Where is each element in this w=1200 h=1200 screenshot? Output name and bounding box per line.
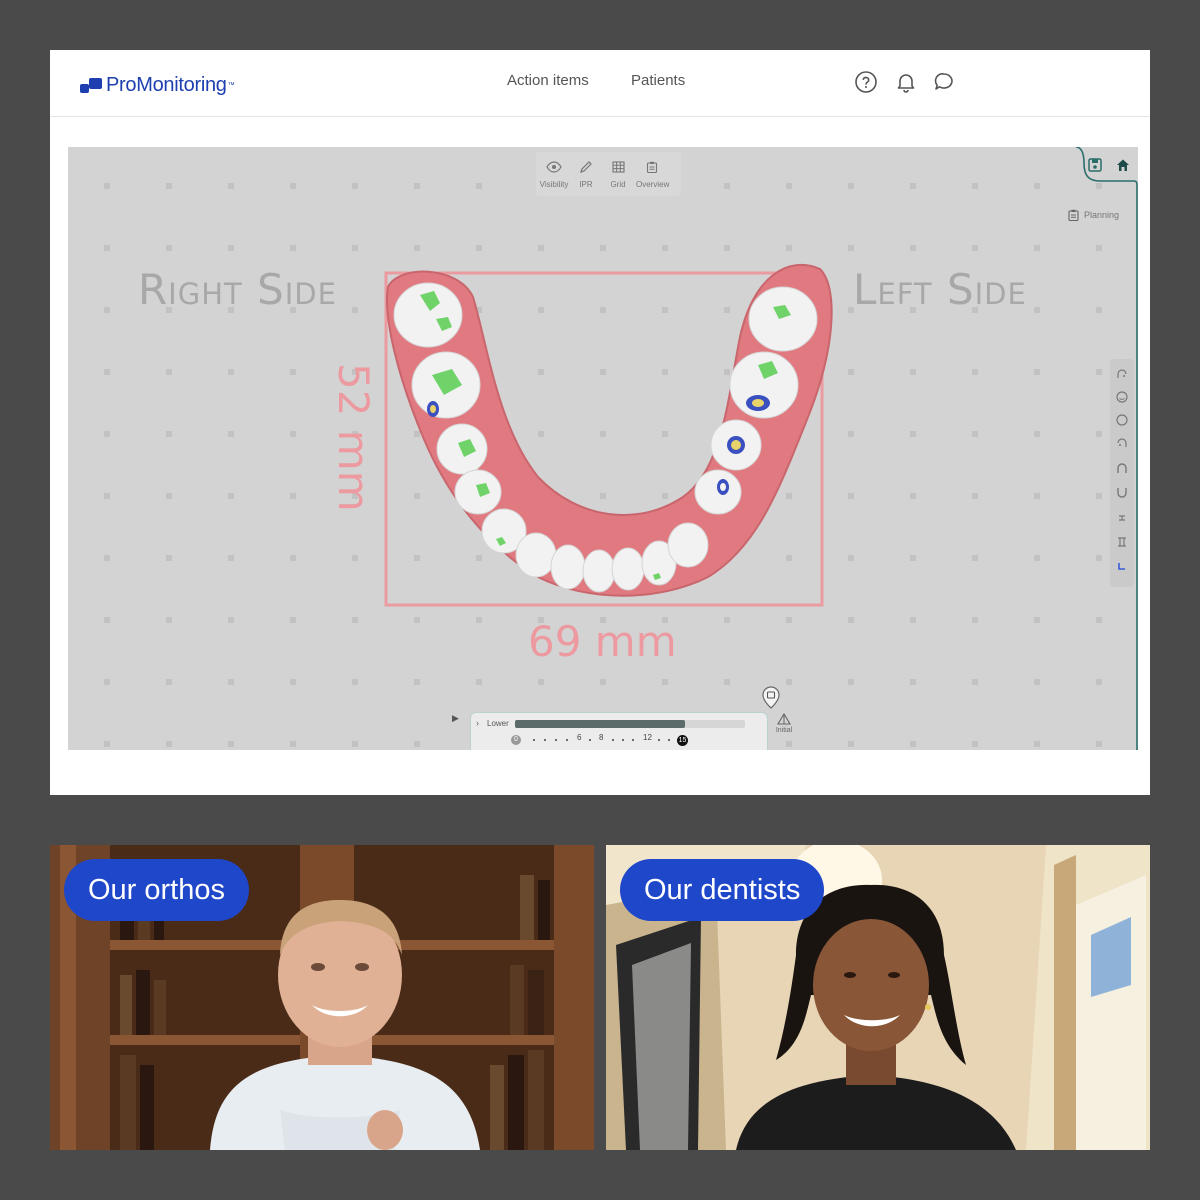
timeline-track[interactable] <box>515 720 745 728</box>
nav-action-items[interactable]: Action items <box>507 72 589 89</box>
timeline-progress <box>515 720 686 728</box>
view-orientation-strip <box>1110 359 1134 587</box>
nav-patients[interactable]: Patients <box>631 72 685 89</box>
bite-selected-icon[interactable] <box>1115 559 1129 573</box>
initial-label: Initial <box>775 727 793 734</box>
label-pill-dentists: Our dentists <box>620 859 825 921</box>
timeline-start-step[interactable]: 0 <box>511 735 521 745</box>
logo-mark-icon <box>80 76 104 94</box>
planning-label: Planning <box>1084 210 1120 220</box>
view-left-icon[interactable] <box>1115 436 1129 450</box>
arch-width-measurement: 69 mm <box>528 617 677 666</box>
play-icon[interactable]: ▶ <box>452 713 459 724</box>
brand-logo[interactable]: ProMonitoring ™ <box>80 72 235 98</box>
tick-label-12: 12 <box>643 733 652 742</box>
save-icon[interactable] <box>1087 157 1103 173</box>
app-window: ProMonitoring ™ Action items Patients Vi… <box>50 50 1150 795</box>
planning-tab[interactable]: Planning <box>1068 209 1119 221</box>
help-icon[interactable] <box>854 70 878 94</box>
brand-trademark: ™ <box>227 81 235 89</box>
top-navigation-bar: ProMonitoring ™ Action items Patients <box>50 50 1150 117</box>
upper-arch-icon[interactable] <box>1115 461 1129 475</box>
brand-name: ProMonitoring <box>106 73 227 96</box>
video-tile-dentists: Our dentists <box>606 845 1150 1150</box>
arch-depth-measurement: 52 mm <box>329 363 378 512</box>
initial-triangle-icon <box>777 712 791 725</box>
timeline-current-step[interactable]: 15 <box>677 735 688 746</box>
tick-label-6: 6 <box>577 733 582 742</box>
timeline-arch-label: Lower <box>487 719 509 728</box>
view-right-icon[interactable] <box>1115 367 1129 381</box>
treatment-timeline[interactable]: › Lower 0 6 8 12 15 <box>470 712 768 750</box>
expand-chevron-icon[interactable]: › <box>476 718 479 728</box>
3d-arch-viewer[interactable]: Visibility IPR Grid Overview Right Side … <box>68 147 1138 750</box>
location-pin-icon[interactable] <box>760 685 782 711</box>
timeline-ticks: 0 6 8 12 15 <box>511 733 761 747</box>
chat-icon[interactable] <box>932 70 956 94</box>
home-icon[interactable] <box>1115 157 1131 173</box>
bell-icon[interactable] <box>894 70 918 94</box>
single-bite-icon[interactable] <box>1115 511 1129 525</box>
initial-view-toggle[interactable]: Initial <box>772 712 796 734</box>
lower-arch-icon[interactable] <box>1115 486 1129 500</box>
label-pill-orthos: Our orthos <box>64 859 249 921</box>
tick-label-8: 8 <box>599 733 604 742</box>
both-arches-icon[interactable] <box>1115 535 1129 549</box>
video-tile-orthos: Our orthos <box>50 845 594 1150</box>
planning-clipboard-icon <box>1068 209 1079 221</box>
view-front-icon[interactable] <box>1115 390 1129 404</box>
view-occlusal-icon[interactable] <box>1115 413 1129 427</box>
